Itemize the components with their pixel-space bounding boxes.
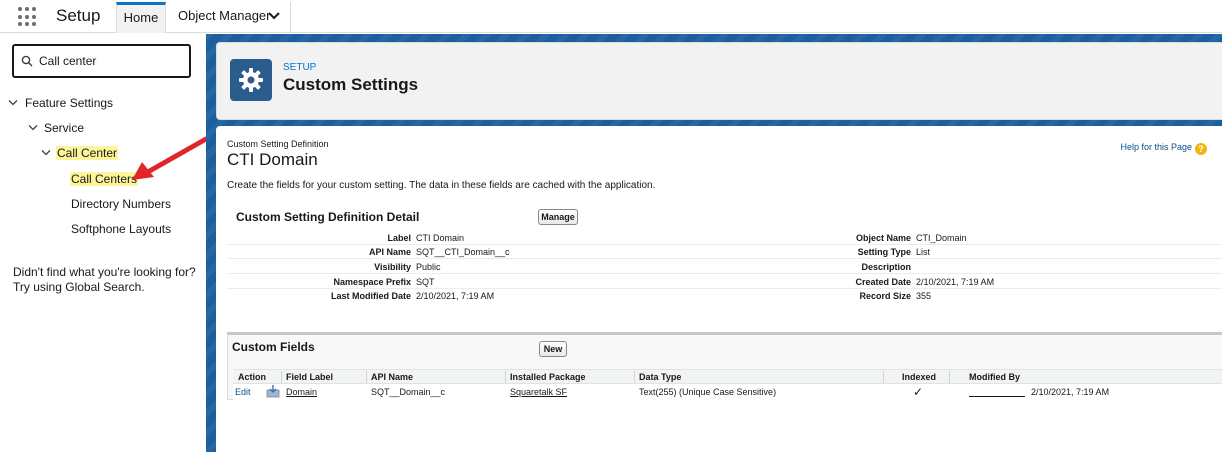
gear-icon: [230, 59, 272, 101]
field-label: Setting Type: [857, 247, 911, 257]
field-label: Label: [387, 233, 411, 243]
field-value: CTI_Domain: [916, 233, 967, 243]
chevron-down-icon[interactable]: [41, 149, 51, 157]
detail-row: API Name SQT__CTI_Domain__c Setting Type…: [227, 245, 1222, 259]
field-label: Created Date: [855, 277, 911, 287]
tree-item-directory-numbers[interactable]: Directory Numbers: [71, 197, 171, 211]
field-label: Visibility: [374, 262, 411, 272]
field-label: Object Name: [855, 233, 911, 243]
page-header: SETUP Custom Settings: [216, 42, 1222, 120]
column-header: Modified By: [969, 372, 1020, 382]
hint-line-2[interactable]: Try using Global Search.: [13, 280, 196, 295]
table-row: Edit Domain SQT__Domain__c Squaretalk SF…: [233, 384, 1222, 401]
field-label-link[interactable]: Domain: [286, 387, 317, 397]
package-link[interactable]: Squaretalk SF: [510, 387, 567, 397]
field-value: List: [916, 247, 931, 257]
page-title: Custom Settings: [283, 75, 419, 94]
new-field-button[interactable]: New: [539, 341, 567, 357]
help-link-label[interactable]: Help for this Page: [1120, 142, 1192, 152]
quick-find-box[interactable]: [12, 44, 191, 78]
definition-title: CTI Domain: [227, 150, 318, 169]
search-icon: [21, 55, 33, 67]
modified-date-cell: 2/10/2021, 7:19 AM: [1031, 387, 1110, 397]
page-description: Create the fields for your custom settin…: [227, 180, 656, 191]
field-label: Description: [861, 262, 911, 272]
manage-button[interactable]: Manage: [538, 209, 578, 225]
detail-row: Label CTI Domain Object Name CTI_Domain: [227, 231, 1222, 245]
field-value: 2/10/2021, 7:19 AM: [416, 291, 495, 301]
field-label: Last Modified Date: [330, 291, 411, 301]
field-label: Record Size: [859, 291, 911, 301]
tree-item-feature-settings[interactable]: Feature Settings: [8, 96, 113, 110]
setup-sidebar: Feature Settings Service Call Center Cal…: [0, 34, 206, 452]
help-link[interactable]: Help for this Page?: [1120, 142, 1207, 155]
modified-by-user-link[interactable]: [969, 396, 1025, 397]
package-icon: [266, 385, 280, 398]
detail-row: Namespace Prefix SQT Created Date 2/10/2…: [227, 275, 1222, 289]
tree-item-label: Directory Numbers: [71, 197, 172, 211]
field-value: 355: [916, 291, 932, 301]
field-value: Public: [416, 262, 441, 272]
detail-section-title: Custom Setting Definition Detail: [236, 210, 420, 224]
app-launcher-icon[interactable]: [18, 7, 38, 27]
definition-label: Custom Setting Definition: [227, 139, 329, 149]
detail-row: Last Modified Date 2/10/2021, 7:19 AM Re…: [227, 289, 1222, 303]
edit-link[interactable]: Edit: [235, 387, 251, 397]
quick-find-input[interactable]: [39, 52, 184, 70]
field-value: CTI Domain: [416, 233, 465, 243]
data-type-cell: Text(255) (Unique Case Sensitive): [639, 387, 777, 397]
tab-object-manager[interactable]: Object Manager: [167, 2, 291, 33]
column-header: Action: [238, 372, 266, 382]
field-label: API Name: [368, 247, 411, 257]
global-nav: Setup Home Object Manager: [0, 0, 1222, 33]
red-arrow-annotation: [132, 136, 208, 180]
chevron-down-icon[interactable]: [28, 124, 38, 132]
table-header: Action Field Label API Name Installed Pa…: [233, 369, 1222, 384]
column-header: Field Label: [286, 372, 334, 382]
field-value: SQT__CTI_Domain__c: [416, 247, 510, 257]
custom-fields-title: Custom Fields: [232, 340, 315, 354]
column-header: API Name: [371, 372, 414, 382]
column-header: Indexed: [902, 372, 937, 382]
detail-row: Visibility Public Description: [227, 260, 1222, 274]
field-value: SQT: [416, 277, 435, 287]
checkmark-icon: ✓: [913, 385, 924, 399]
breadcrumb[interactable]: SETUP: [283, 62, 316, 73]
column-header: Data Type: [639, 372, 682, 382]
global-search-hint: Didn't find what you're looking for? Try…: [13, 265, 196, 295]
tab-object-manager-label: Object Manager: [178, 8, 271, 23]
field-label: Namespace Prefix: [333, 277, 411, 287]
field-value: 2/10/2021, 7:19 AM: [916, 277, 995, 287]
main-area: SETUP Custom Settings Custom Setting Def…: [206, 34, 1222, 452]
column-header: Installed Package: [510, 372, 586, 382]
app-name: Setup: [56, 6, 101, 25]
tree-item-service[interactable]: Service: [28, 121, 84, 135]
custom-fields-section: Custom Fields New Action Field Label API…: [227, 332, 1222, 401]
hint-line-1: Didn't find what you're looking for?: [13, 265, 196, 279]
chevron-down-icon[interactable]: [8, 99, 18, 107]
tree-item-label: Call Center: [56, 146, 119, 160]
tree-item-call-center[interactable]: Call Center: [41, 146, 119, 160]
tree-item-label: Softphone Layouts: [71, 222, 172, 236]
content-panel: Custom Setting Definition CTI Domain Hel…: [216, 126, 1222, 452]
tree-item-label: Feature Settings: [25, 96, 114, 110]
tree-item-softphone-layouts[interactable]: Softphone Layouts: [71, 222, 171, 236]
api-name-cell: SQT__Domain__c: [371, 387, 446, 397]
help-icon[interactable]: ?: [1195, 143, 1207, 155]
tree-item-label: Service: [44, 121, 85, 135]
chevron-down-icon[interactable]: [268, 11, 280, 21]
tab-home[interactable]: Home: [116, 2, 166, 33]
